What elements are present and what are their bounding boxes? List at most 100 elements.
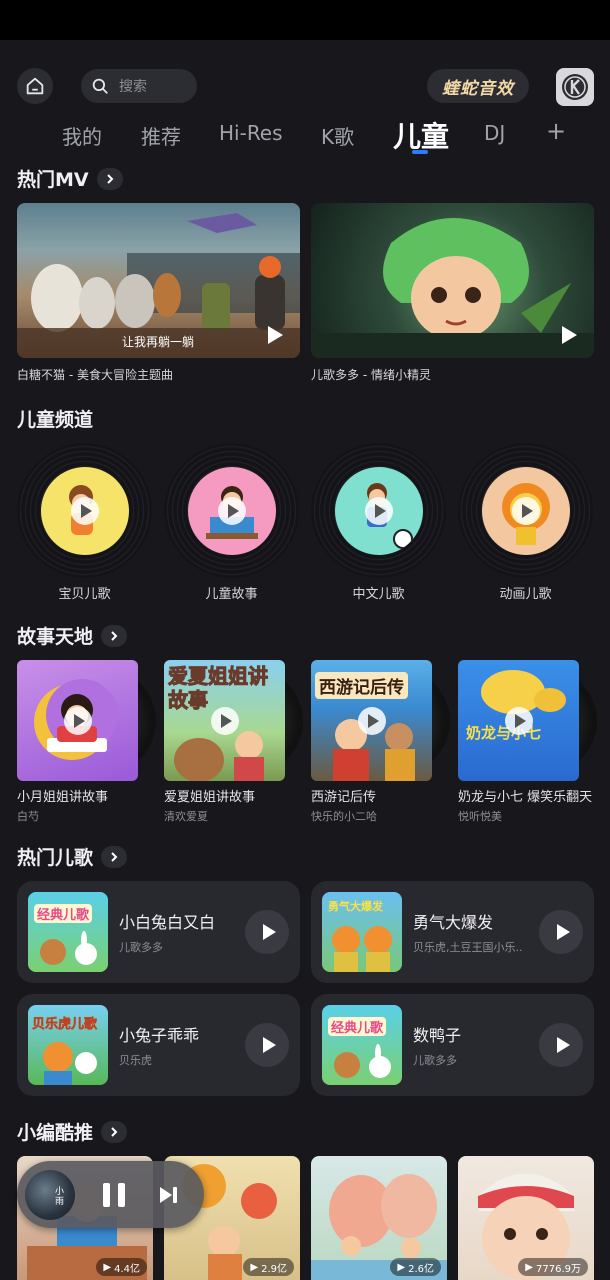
channel-cover: [40, 466, 129, 555]
story-section-header[interactable]: 故事天地: [17, 622, 128, 649]
k-logo-icon: [562, 74, 588, 100]
channel-cover: [334, 466, 423, 555]
song-cover: 勇气大爆发: [322, 892, 402, 972]
search-input[interactable]: 搜索: [81, 69, 197, 103]
play-icon: [262, 1037, 276, 1053]
section-title: 热门MV: [17, 169, 89, 191]
play-count: ▶ 2.9亿: [243, 1258, 294, 1276]
story-card[interactable]: 爱夏姐姐讲故事: [164, 660, 285, 781]
mv-card[interactable]: [311, 203, 594, 358]
channel-disc-animation-songs[interactable]: [458, 443, 593, 578]
mv-subtitle-overlay: 让我再躺一躺: [122, 335, 195, 349]
active-tab-indicator: [412, 150, 428, 154]
mv-card[interactable]: 让我再躺一躺: [17, 203, 300, 358]
tab-hires[interactable]: Hi-Res: [219, 121, 283, 145]
next-track-icon[interactable]: [157, 1184, 179, 1206]
story-author: 清欢爱夏: [164, 810, 208, 823]
story-author: 悦听悦美: [458, 810, 502, 823]
mv-section-header[interactable]: 热门MV: [17, 165, 123, 192]
play-icon: [268, 326, 283, 344]
play-icon: [64, 707, 92, 735]
picks-section-header[interactable]: 小编酷推: [17, 1118, 128, 1145]
play-count: ▶ 4.4亿: [96, 1258, 147, 1276]
chevron-right-icon: [101, 1120, 128, 1143]
channel-label: 儿童故事: [205, 587, 258, 602]
play-button[interactable]: [539, 1023, 583, 1067]
channel-disc-baby-songs[interactable]: [17, 443, 152, 578]
k-logo-button[interactable]: [556, 68, 594, 106]
section-title: 小编酷推: [17, 1122, 94, 1144]
tab-karaoke[interactable]: K歌: [321, 121, 354, 150]
song-card[interactable]: 勇气大爆发 勇气大爆发 贝乐虎,土豆王国小乐...: [311, 881, 594, 983]
mini-player[interactable]: 小雨: [17, 1161, 204, 1228]
song-artist: 贝乐虎: [119, 1054, 152, 1067]
pause-icon: [103, 1183, 110, 1207]
channel-label: 宝贝儿歌: [58, 587, 111, 602]
play-icon: [562, 326, 577, 344]
story-card[interactable]: 西游记后传: [311, 660, 432, 781]
status-bar: [0, 0, 610, 40]
play-icon: [505, 707, 533, 735]
play-count-icon: ▶: [103, 1261, 112, 1273]
story-card[interactable]: [17, 660, 138, 781]
home-button[interactable]: [17, 68, 53, 104]
play-count: ▶ 7776.9万: [518, 1258, 588, 1276]
mv-caption: 儿歌多多 - 情绪小精灵: [311, 368, 431, 382]
tab-add[interactable]: +: [546, 117, 566, 145]
song-artist: 儿歌多多: [119, 941, 163, 954]
playlist-card[interactable]: ▶ 7776.9万: [458, 1156, 594, 1280]
play-icon: [217, 496, 246, 525]
tab-mine[interactable]: 我的: [62, 121, 102, 150]
chevron-right-icon: [101, 624, 128, 647]
play-button[interactable]: [245, 1023, 289, 1067]
story-title: 西游记后传: [311, 790, 377, 805]
story-cover-text: 爱夏姐姐讲故事: [168, 664, 269, 713]
play-button[interactable]: [539, 910, 583, 954]
play-count-icon: ▶: [525, 1261, 533, 1273]
song-cover: 经典儿歌: [322, 1005, 402, 1085]
play-icon: [364, 496, 393, 525]
play-count-icon: ▶: [250, 1261, 259, 1273]
channel-disc-chinese-songs[interactable]: [311, 443, 446, 578]
section-title: 故事天地: [17, 626, 94, 648]
song-artist: 儿歌多多: [413, 1054, 457, 1067]
story-card[interactable]: 奶龙与小七: [458, 660, 579, 781]
tab-recommend[interactable]: 推荐: [141, 121, 181, 150]
category-tabs: 我的 推荐 Hi-Res K歌 儿童 DJ +: [0, 115, 610, 155]
chevron-right-icon: [96, 167, 123, 190]
song-cover: 贝乐虎儿歌: [28, 1005, 108, 1085]
home-icon: [26, 77, 44, 95]
story-title: 爱夏姐姐讲故事: [164, 790, 256, 805]
channel-label: 中文儿歌: [352, 587, 405, 602]
sound-effect-button[interactable]: 蝰蛇音效: [427, 69, 529, 103]
play-icon: [556, 924, 570, 940]
search-placeholder: 搜索: [119, 79, 147, 95]
tab-dj[interactable]: DJ: [484, 121, 505, 145]
section-title: 热门儿歌: [17, 847, 94, 869]
story-author: 白芍: [17, 810, 39, 823]
song-name: 勇气大爆发: [413, 913, 494, 932]
tab-kids[interactable]: 儿童: [393, 115, 449, 155]
now-playing-cover[interactable]: 小雨: [25, 1170, 75, 1220]
play-icon: [70, 496, 99, 525]
section-title: 儿童频道: [17, 409, 94, 431]
playlist-card[interactable]: ▶ 2.6亿: [311, 1156, 447, 1280]
song-card[interactable]: 贝乐虎儿歌 小兔子乖乖 贝乐虎: [17, 994, 300, 1096]
mv-caption: 白糖不猫 - 美食大冒险主题曲: [17, 368, 173, 382]
song-card[interactable]: 经典儿歌 小白兔白又白 儿歌多多: [17, 881, 300, 983]
pause-button[interactable]: [103, 1183, 125, 1207]
songs-section-header[interactable]: 热门儿歌: [17, 843, 128, 870]
channel-disc-kids-stories[interactable]: [164, 443, 299, 578]
song-card[interactable]: 经典儿歌 数鸭子 儿歌多多: [311, 994, 594, 1096]
channel-section-header: 儿童频道: [17, 405, 93, 432]
play-button[interactable]: [245, 910, 289, 954]
chevron-right-icon: [101, 845, 128, 868]
play-icon: [262, 924, 276, 940]
channel-cover: [187, 466, 276, 555]
story-cover-text: 西游记后传: [315, 672, 408, 699]
channel-label: 动画儿歌: [499, 587, 552, 602]
story-title: 小月姐姐讲故事: [17, 790, 109, 805]
mv-thumbnail: [311, 218, 594, 358]
play-count: ▶ 2.6亿: [390, 1258, 441, 1276]
song-artist: 贝乐虎,土豆王国小乐...: [413, 941, 523, 954]
